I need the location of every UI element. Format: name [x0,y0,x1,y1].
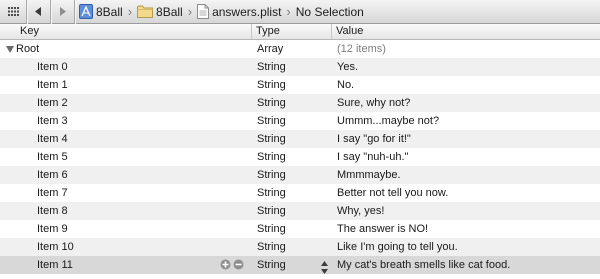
xcode-project-icon [79,4,93,19]
table-row-selected[interactable]: Item 11 String My cat's breath smells li… [0,256,600,274]
table-row[interactable]: Item 9 String The answer is NO! [0,220,600,238]
item-type[interactable]: String [252,61,332,73]
item-value[interactable]: Ummm...maybe not? [332,115,600,127]
column-header-value[interactable]: Value [332,24,600,39]
table-row[interactable]: Item 6 String Mmmmaybe. [0,166,600,184]
table-row[interactable]: Item 5 String I say "nuh-uh." [0,148,600,166]
item-type[interactable]: String [252,187,332,199]
breadcrumb-selection[interactable]: No Selection [296,5,364,19]
item-type[interactable]: String [252,205,332,217]
item-type[interactable]: String [252,151,332,163]
table-row[interactable]: Item 0 String Yes. [0,58,600,76]
item-key[interactable]: Item 4 [0,130,252,148]
breadcrumb-group[interactable]: 8Ball [137,5,183,19]
back-button[interactable] [27,0,50,24]
breadcrumb-selection-label: No Selection [295,4,364,19]
item-key[interactable]: Item 10 [0,238,252,256]
item-value[interactable]: My cat's breath smells like cat food. [337,259,510,271]
grid-icon [7,7,19,16]
item-value[interactable]: I say "nuh-uh." [332,151,600,163]
remove-item-icon[interactable] [233,259,244,270]
add-item-icon[interactable] [220,259,231,270]
item-type[interactable]: String [252,133,332,145]
row-actions [220,259,244,270]
item-type[interactable]: String [252,115,332,127]
chevron-right-icon: › [286,4,291,19]
breadcrumb-file-label: answers.plist [212,4,282,19]
item-value[interactable]: Why, yes! [332,205,600,217]
item-value[interactable]: Mmmmaybe. [332,169,600,181]
item-key[interactable]: Item 6 [0,166,252,184]
item-key[interactable]: Item 3 [0,112,252,130]
item-key[interactable]: Item 2 [0,94,252,112]
disclosure-triangle-icon[interactable] [6,45,16,53]
item-value[interactable]: The answer is NO! [332,223,600,235]
item-key[interactable]: Item 11 [37,259,73,271]
breadcrumb: 8Ball › 8Ball › answers.plist › No Selec… [75,4,364,19]
table-row[interactable]: Item 8 String Why, yes! [0,202,600,220]
root-key-label: Root [16,43,40,55]
forward-button[interactable] [51,0,74,24]
item-type[interactable]: String [252,97,332,109]
item-type[interactable]: String [252,79,332,91]
item-value[interactable]: Yes. [332,61,600,73]
item-key[interactable]: Item 9 [0,220,252,238]
type-stepper-icon[interactable] [321,261,328,274]
item-type[interactable]: String [252,223,332,235]
forward-arrow-icon [60,7,66,16]
item-value[interactable]: No. [332,79,600,91]
item-key[interactable]: Item 8 [0,202,252,220]
chevron-right-icon: › [187,4,193,19]
item-key[interactable]: Item 5 [0,148,252,166]
breadcrumb-group-label: 8Ball [156,4,183,19]
root-row[interactable]: Root Array (12 items) [0,40,600,58]
item-type[interactable]: String [252,259,332,271]
item-key[interactable]: Item 0 [0,58,252,76]
item-value[interactable]: Better not tell you now. [332,187,600,199]
related-items-button[interactable] [0,0,26,24]
table-row[interactable]: Item 3 String Ummm...maybe not? [0,112,600,130]
column-header: Key Type Value [0,24,600,40]
item-type[interactable]: String [252,241,332,253]
plist-outline: Root Array (12 items) Item 0 String Yes.… [0,40,600,274]
item-key[interactable]: Item 7 [0,184,252,202]
item-value[interactable]: Sure, why not? [332,97,600,109]
table-row[interactable]: Item 10 String Like I'm going to tell yo… [0,238,600,256]
table-row[interactable]: Item 1 String No. [0,76,600,94]
table-row[interactable]: Item 2 String Sure, why not? [0,94,600,112]
root-type[interactable]: Array [252,43,332,55]
chevron-right-icon: › [127,4,133,19]
back-arrow-icon [35,7,41,16]
breadcrumb-file[interactable]: answers.plist [197,4,281,19]
item-value[interactable]: I say "go for it!" [332,133,600,145]
item-value[interactable]: Like I'm going to tell you. [332,241,600,253]
item-type[interactable]: String [252,169,332,181]
item-key[interactable]: Item 1 [0,76,252,94]
column-header-key[interactable]: Key [0,24,252,39]
jump-bar: 8Ball › 8Ball › answers.plist › No Selec… [0,0,600,24]
plist-file-icon [197,4,210,19]
table-row[interactable]: Item 7 String Better not tell you now. [0,184,600,202]
folder-icon [137,5,154,18]
root-value: (12 items) [337,43,386,55]
breadcrumb-project-label: 8Ball [96,4,123,19]
column-header-type[interactable]: Type [252,24,332,39]
table-row[interactable]: Item 4 String I say "go for it!" [0,130,600,148]
breadcrumb-project[interactable]: 8Ball [79,4,123,19]
